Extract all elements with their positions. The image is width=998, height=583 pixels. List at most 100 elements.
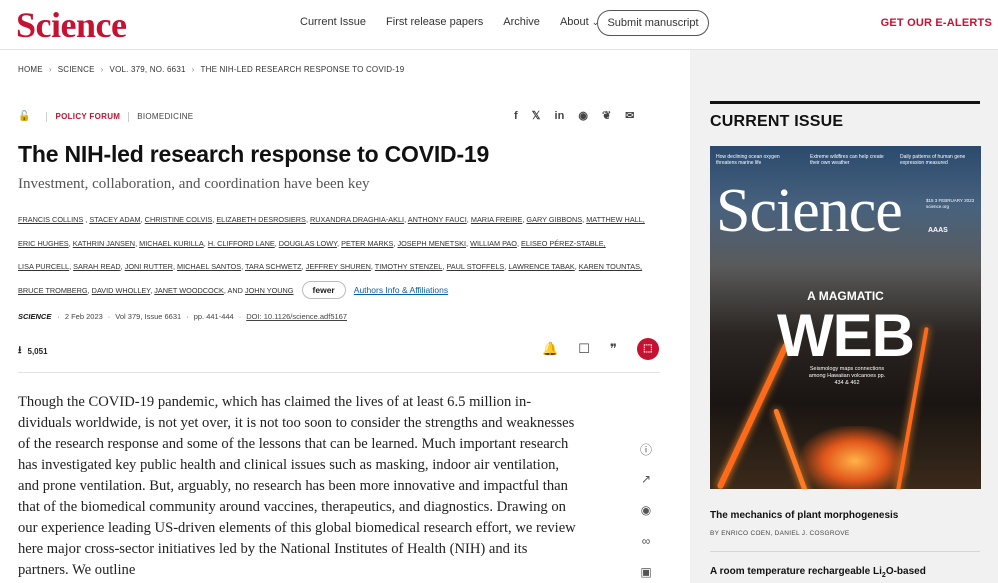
- author-link[interactable]: TIMOTHY STENZEL: [375, 262, 443, 271]
- nav-about[interactable]: About ⌄: [560, 16, 599, 28]
- science-logo[interactable]: Science: [16, 4, 127, 46]
- author-link[interactable]: JEFFREY SHUREN: [306, 262, 371, 271]
- info-icon[interactable]: ⓘ: [640, 441, 652, 457]
- lava-glow: [800, 426, 910, 489]
- article-subtitle: Investment, collaboration, and coordinat…: [18, 176, 370, 192]
- share-bar: f 𝕏 in ◉ ❦ ✉: [514, 109, 648, 123]
- author-link[interactable]: LISA PURCELL: [18, 262, 69, 271]
- separator: ·: [238, 312, 242, 321]
- chevron-right-icon: ›: [100, 65, 104, 74]
- author-link[interactable]: PAUL STOFFELS: [446, 262, 504, 271]
- reddit-icon[interactable]: ◉: [578, 109, 588, 122]
- breadcrumb-current: THE NIH-LED RESEARCH RESPONSE TO COVID-1…: [200, 65, 405, 74]
- author-list: FRANCIS COLLINS , STACEY ADAM, CHRISTINE…: [18, 208, 673, 302]
- main-nav: Current Issue First release papers Archi…: [300, 16, 619, 28]
- issue-cover-image[interactable]: How declining ocean oxygen threatens mar…: [710, 146, 981, 489]
- image-icon[interactable]: ▣: [640, 565, 651, 581]
- cover-date: $15 3 FEBRUARY 2023 science.org: [926, 198, 975, 209]
- issue-article-title[interactable]: The mechanics of plant morphogenesis: [710, 510, 898, 521]
- author-link[interactable]: MICHAEL KURILLA: [139, 239, 204, 248]
- author-link[interactable]: DAVID WHOLLEY: [92, 286, 151, 295]
- download-count: ⭳ 5,051: [18, 343, 48, 360]
- author-link[interactable]: PETER MARKS: [341, 239, 393, 248]
- author-link[interactable]: CHRISTINE COLVIS: [145, 215, 213, 224]
- email-icon[interactable]: ✉: [625, 109, 634, 122]
- author-link[interactable]: H. CLIFFORD LANE: [208, 239, 275, 248]
- issue-article-title-text: A room temperature rechargeable Li: [710, 566, 882, 577]
- author-link[interactable]: MATTHEW HALL,: [586, 215, 645, 224]
- author-link[interactable]: ERIC HUGHES: [18, 239, 69, 248]
- author-link[interactable]: KAREN TOUNTAS,: [579, 262, 642, 271]
- author-link[interactable]: SARAH READ: [73, 262, 120, 271]
- divider: [710, 551, 980, 552]
- article-body: Though the COVID-19 pandemic, which has …: [18, 394, 576, 578]
- journal-name: SCIENCE: [18, 312, 52, 321]
- pdf-icon[interactable]: ⬚: [636, 338, 659, 360]
- author-link[interactable]: WILLIAM PAO: [470, 239, 517, 248]
- fewer-authors-button[interactable]: fewer: [301, 280, 346, 299]
- author-link[interactable]: GARY GIBBONS: [526, 215, 582, 224]
- doi-link[interactable]: DOI: 10.1126/science.adf5167: [246, 312, 347, 321]
- author-link[interactable]: ELISEO PÉREZ-STABLE,: [521, 239, 606, 248]
- author-link[interactable]: KATHRIN JANSEN: [73, 239, 135, 248]
- eye-icon[interactable]: ◉: [641, 503, 651, 519]
- author-link[interactable]: JOHN YOUNG: [245, 286, 294, 295]
- topic-label[interactable]: BIOMEDICINE: [137, 112, 193, 121]
- author-link[interactable]: JOSEPH MENETSKI: [397, 239, 466, 248]
- cover-headline-large: WEB: [777, 302, 915, 369]
- twitter-icon[interactable]: 𝕏: [532, 109, 541, 122]
- author-link[interactable]: JONI RUTTER: [125, 262, 173, 271]
- facebook-icon[interactable]: f: [514, 110, 518, 122]
- article-meta: 🔓 POLICY FORUM BIOMEDICINE: [18, 111, 193, 122]
- section-label[interactable]: POLICY FORUM: [55, 112, 120, 121]
- cover-teaser: Daily patterns of human gene expression …: [900, 154, 966, 166]
- separator: ·: [107, 312, 111, 321]
- author-line: LISA PURCELL, SARAH READ, JONI RUTTER, M…: [18, 262, 643, 271]
- submit-manuscript-button[interactable]: Submit manuscript: [597, 10, 709, 36]
- aaas-logo: AAAS: [928, 227, 948, 234]
- author-link[interactable]: MICHAEL SANTOS: [177, 262, 241, 271]
- download-count-value: 5,051: [27, 347, 48, 356]
- linkedin-icon[interactable]: in: [555, 110, 565, 122]
- author-link[interactable]: STACEY ADAM: [89, 215, 140, 224]
- link-icon[interactable]: ∞: [642, 534, 651, 550]
- author-link[interactable]: FRANCIS COLLINS: [18, 215, 83, 224]
- pub-date: 2 Feb 2023: [64, 312, 103, 321]
- nav-about-label: About: [559, 16, 589, 28]
- article-title: The NIH-led research response to COVID-1…: [18, 141, 490, 167]
- author-link[interactable]: JANET WOODCOCK: [154, 286, 224, 295]
- author-link[interactable]: DOUGLAS LOWY: [279, 239, 337, 248]
- author-link[interactable]: LAWRENCE TABAK: [508, 262, 574, 271]
- pages: pp. 441-444: [193, 312, 234, 321]
- author-link[interactable]: BRUCE TROMBERG: [18, 286, 88, 295]
- volume[interactable]: Vol 379, Issue 6631: [115, 312, 181, 321]
- nav-archive[interactable]: Archive: [503, 16, 540, 28]
- breadcrumb-home[interactable]: HOME: [18, 65, 43, 74]
- wechat-icon[interactable]: ❦: [602, 109, 611, 122]
- issue-article-title-text: O-based: [885, 566, 926, 577]
- cover-teaser: How declining ocean oxygen threatens mar…: [716, 154, 780, 166]
- quote-icon[interactable]: ❞: [610, 341, 617, 357]
- author-link[interactable]: TARA SCHWETZ: [245, 262, 302, 271]
- e-alerts-link[interactable]: GET OUR E-ALERTS: [881, 17, 992, 29]
- download-icon: ⭳: [18, 345, 22, 356]
- cover-tagline: Seismology maps connections among Hawaii…: [808, 366, 886, 386]
- author-link[interactable]: RUXANDRA DRAGHIA-AKLI: [310, 215, 404, 224]
- author-link[interactable]: ELIZABETH DESROSIERS: [216, 215, 306, 224]
- separator: ·: [57, 312, 60, 321]
- divider: [710, 101, 980, 104]
- nav-first-release[interactable]: First release papers: [386, 16, 483, 28]
- chevron-right-icon: ›: [191, 65, 195, 74]
- author-link[interactable]: MARIA FREIRE: [471, 215, 523, 224]
- metrics-icon[interactable]: ↗: [641, 472, 651, 488]
- issue-article-title[interactable]: A room temperature rechargeable Li2O-bas…: [710, 566, 926, 579]
- bookmark-icon[interactable]: ☐: [578, 341, 590, 357]
- current-issue-heading: CURRENT ISSUE: [710, 113, 844, 130]
- author-link[interactable]: ANTHONY FAUCI: [408, 215, 467, 224]
- breadcrumb-science[interactable]: SCIENCE: [58, 65, 95, 74]
- open-lock-icon: 🔓: [18, 111, 31, 122]
- bell-icon[interactable]: 🔔: [542, 341, 558, 357]
- nav-current-issue[interactable]: Current Issue: [300, 16, 366, 28]
- breadcrumb-volume[interactable]: VOL. 379, NO. 6631: [110, 65, 186, 74]
- affiliations-link[interactable]: Authors Info & Affiliations: [354, 285, 448, 295]
